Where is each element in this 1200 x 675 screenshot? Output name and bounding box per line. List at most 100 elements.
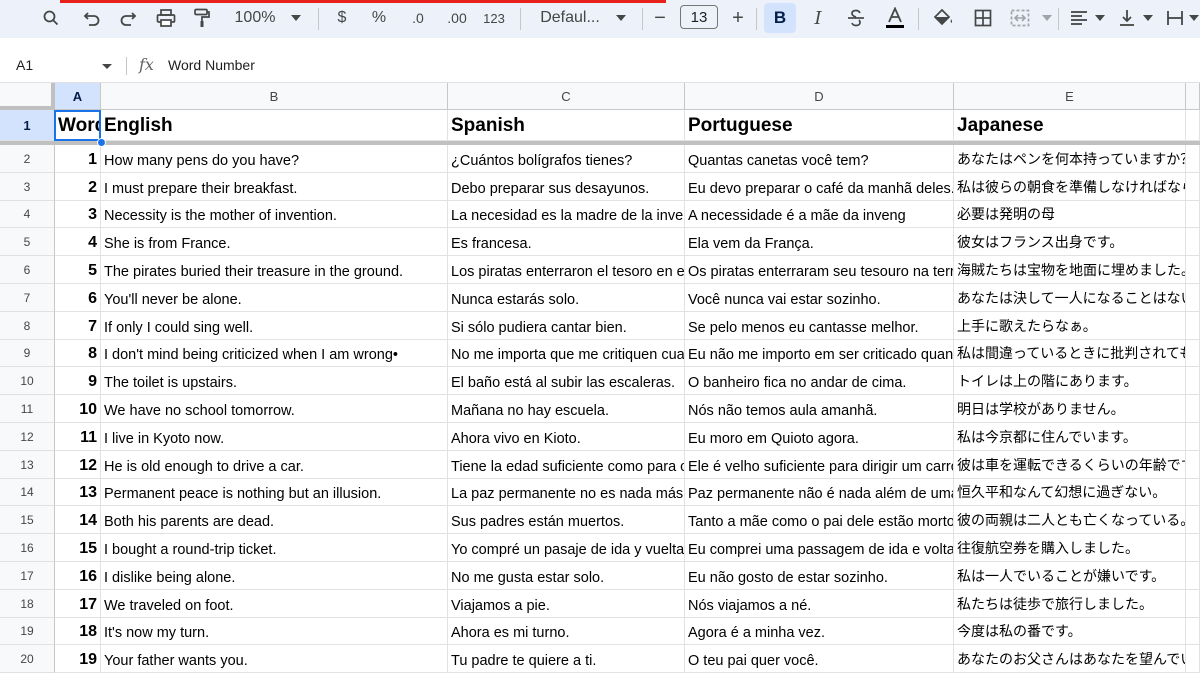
table-cell[interactable] (1186, 534, 1200, 562)
cell-english[interactable]: Necessity is the mother of invention. (101, 201, 448, 228)
cell-english[interactable]: I must prepare their breakfast. (101, 173, 448, 201)
row-header[interactable]: 4 (0, 201, 55, 228)
table-cell[interactable] (1186, 451, 1200, 479)
cell-portuguese[interactable]: Se pelo menos eu cantasse melhor. (685, 312, 954, 340)
cell-word-number[interactable]: 4 (55, 228, 101, 256)
cell-japanese[interactable]: 往復航空券を購入しました。 (954, 534, 1186, 562)
table-cell[interactable] (1186, 201, 1200, 228)
cell-japanese[interactable]: 私は彼らの朝食を準備しなければならない。 (954, 173, 1186, 201)
cell-portuguese[interactable]: Eu devo preparar o café da manhã deles. (685, 173, 954, 201)
cell-word-number[interactable]: 5 (55, 256, 101, 284)
cell-english[interactable]: I live in Kyoto now. (101, 423, 448, 451)
cell-spanish[interactable]: La necesidad es la madre de la invención… (448, 201, 685, 228)
cell-portuguese[interactable]: Nós viajamos a né. (685, 590, 954, 618)
cell-spanish[interactable]: Ahora es mi turno. (448, 618, 685, 645)
formula-input[interactable]: Word Number (168, 57, 255, 73)
cell-word-number[interactable]: 9 (55, 367, 101, 395)
decrease-decimal-button[interactable]: .0 (405, 6, 431, 30)
row-header[interactable]: 17 (0, 562, 55, 590)
cell-portuguese[interactable]: Ele é velho suficiente para dirigir um c… (685, 451, 954, 479)
cell-portuguese[interactable]: Eu comprei uma passagem de ida e volta. (685, 534, 954, 562)
table-cell[interactable] (1186, 145, 1200, 173)
print-icon[interactable] (154, 6, 178, 30)
chevron-down-icon[interactable] (1142, 6, 1154, 30)
cell-spanish[interactable]: Yo compré un pasaje de ida y vuelta. (448, 534, 685, 562)
row-header[interactable]: 10 (0, 367, 55, 395)
table-cell[interactable] (1186, 284, 1200, 312)
cell-japanese[interactable]: 必要は発明の母 (954, 201, 1186, 228)
chevron-down-icon[interactable] (1094, 6, 1106, 30)
cell-portuguese[interactable]: Os piratas enterraram seu tesouro na ter… (685, 256, 954, 284)
font-size-increase-button[interactable]: + (728, 6, 748, 30)
table-cell[interactable] (1186, 590, 1200, 618)
cell-spanish[interactable]: Tu padre te quiere a ti. (448, 645, 685, 673)
cell-word-number[interactable]: 1 (55, 145, 101, 173)
cell-japanese[interactable]: トイレは上の階にあります。 (954, 367, 1186, 395)
table-cell[interactable] (1186, 645, 1200, 673)
row-header[interactable]: 11 (0, 395, 55, 423)
cell-word-number[interactable]: 10 (55, 395, 101, 423)
cell-spanish[interactable]: Debo preparar sus desayunos. (448, 173, 685, 201)
row-header[interactable]: 15 (0, 506, 55, 534)
cell-japanese[interactable]: 私は一人でいることが嫌いです。 (954, 562, 1186, 590)
cell-japanese[interactable]: 私は今京都に住んでいます。 (954, 423, 1186, 451)
undo-icon[interactable] (80, 6, 104, 30)
cell-japanese[interactable]: 彼女はフランス出身です。 (954, 228, 1186, 256)
cell-japanese[interactable]: あなたはペンを何本持っていますか？ (954, 145, 1186, 173)
table-cell[interactable] (1186, 340, 1200, 367)
chevron-down-icon[interactable] (614, 6, 628, 30)
table-cell[interactable] (1186, 479, 1200, 506)
column-header-a[interactable]: A (55, 83, 101, 110)
row-header[interactable]: 12 (0, 423, 55, 451)
cell-english[interactable]: The toilet is upstairs. (101, 367, 448, 395)
table-cell[interactable] (1186, 256, 1200, 284)
cell-word-number[interactable]: 2 (55, 173, 101, 201)
row-header[interactable]: 14 (0, 479, 55, 506)
number-format-button[interactable]: 123 (480, 6, 508, 30)
cell-spanish[interactable]: ¿Cuántos bolígrafos tienes? (448, 145, 685, 173)
text-wrapping-icon[interactable] (1164, 6, 1186, 30)
cell-english[interactable]: I don't mind being criticized when I am … (101, 340, 448, 367)
cell-word-number[interactable]: 16 (55, 562, 101, 590)
cell-word-number[interactable]: 3 (55, 201, 101, 228)
cell-spanish[interactable]: Nunca estarás solo. (448, 284, 685, 312)
cell-portuguese[interactable]: Ela vem da França. (685, 228, 954, 256)
cell-english[interactable]: It's now my turn. (101, 618, 448, 645)
cell-english[interactable]: Your father wants you. (101, 645, 448, 673)
cell-portuguese[interactable]: Quantas canetas você tem? (685, 145, 954, 173)
cell-spanish[interactable]: Viajamos a pie. (448, 590, 685, 618)
row-header[interactable]: 3 (0, 173, 55, 201)
cell-japanese[interactable]: 彼の両親は二人とも亡くなっている。 (954, 506, 1186, 534)
cell-english[interactable]: You'll never be alone. (101, 284, 448, 312)
cell-word-number[interactable]: 13 (55, 479, 101, 506)
chevron-down-icon[interactable] (288, 6, 304, 30)
cell-japanese[interactable]: 海賊たちは宝物を地面に埋めました。 (954, 256, 1186, 284)
fill-handle[interactable] (97, 138, 106, 147)
cell-japanese[interactable]: 彼は車を運転できるくらいの年齢です。 (954, 451, 1186, 479)
name-box[interactable]: A1 (16, 57, 33, 73)
row-header[interactable]: 2 (0, 145, 55, 173)
table-cell[interactable] (1186, 228, 1200, 256)
cell-english[interactable]: I dislike being alone. (101, 562, 448, 590)
cell-portuguese[interactable]: Paz permanente não é nada além de uma il… (685, 479, 954, 506)
borders-icon[interactable] (971, 6, 995, 30)
horizontal-align-icon[interactable] (1068, 6, 1090, 30)
cell-word-number[interactable]: 19 (55, 645, 101, 673)
row-header[interactable]: 20 (0, 645, 55, 673)
paint-format-icon[interactable] (190, 6, 214, 30)
cell-english[interactable]: We traveled on foot. (101, 590, 448, 618)
cell-word-number[interactable]: 6 (55, 284, 101, 312)
cell-word-number[interactable]: 14 (55, 506, 101, 534)
row-header[interactable]: 5 (0, 228, 55, 256)
row-header[interactable]: 13 (0, 451, 55, 479)
table-cell[interactable] (1186, 395, 1200, 423)
cell-spanish[interactable]: Ahora vivo en Kioto. (448, 423, 685, 451)
select-all-corner[interactable] (0, 83, 55, 110)
cell-english[interactable]: Both his parents are dead. (101, 506, 448, 534)
row-header[interactable]: 1 (0, 110, 55, 141)
cell-portuguese[interactable]: O teu pai quer você. (685, 645, 954, 673)
cell-spanish[interactable]: El baño está al subir las escaleras. (448, 367, 685, 395)
percent-button[interactable]: % (370, 6, 388, 30)
cell-japanese[interactable]: 私は間違っているときに批判されても構わない。 (954, 340, 1186, 367)
currency-button[interactable]: $ (334, 6, 350, 30)
